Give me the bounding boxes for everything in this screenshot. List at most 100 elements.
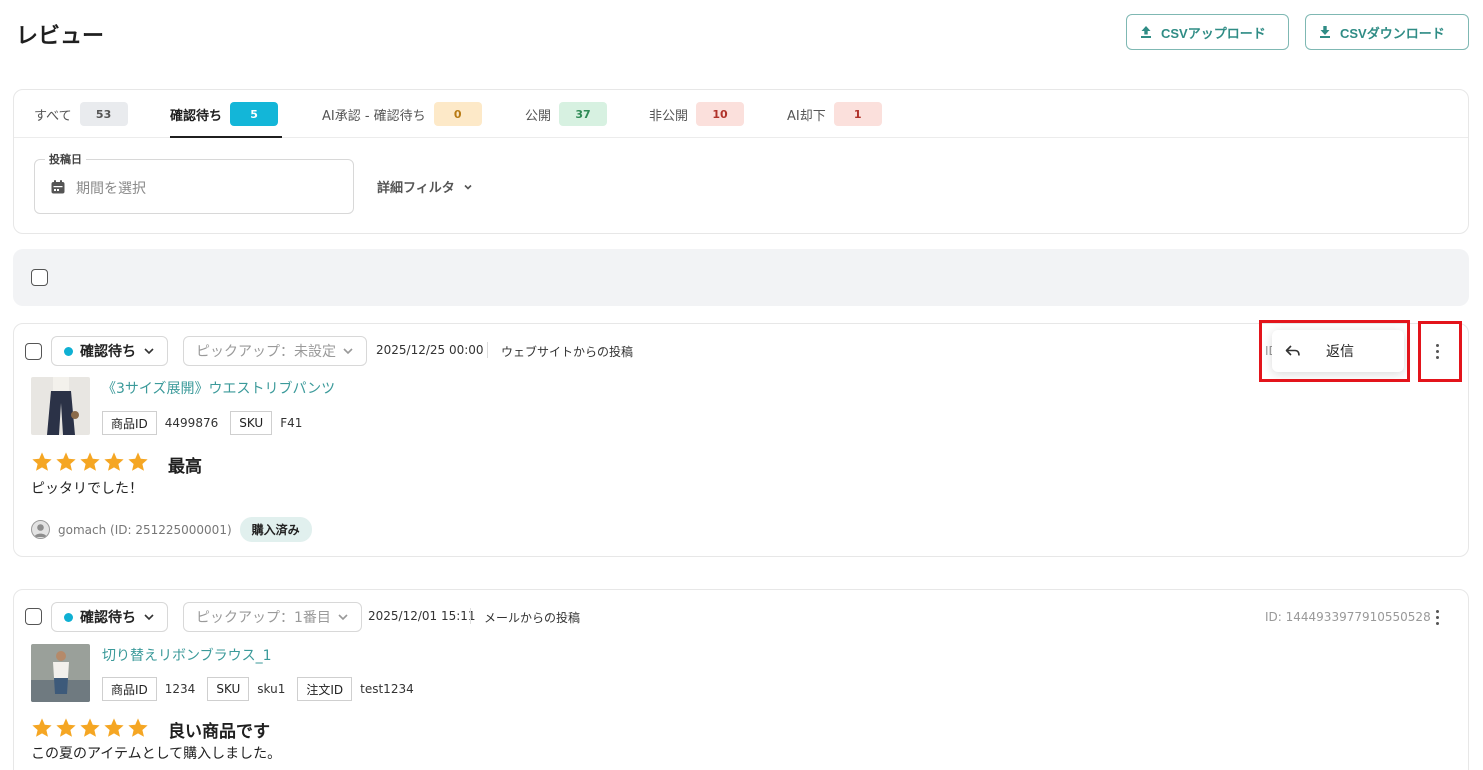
review-date: 2025/12/25 00:00: [376, 343, 484, 357]
tag-value: test1234: [360, 682, 414, 696]
tab-label: AI承認 - 確認待ち: [322, 108, 426, 124]
status-dot: [64, 612, 73, 622]
product-link[interactable]: 切り替えリボンブラウス_1: [102, 645, 272, 665]
product-thumbnail: [31, 377, 90, 435]
chevron-down-icon: [338, 614, 348, 621]
active-tab-indicator: [170, 136, 282, 138]
tab-pending[interactable]: 確認待ち 5: [170, 102, 279, 126]
post-date-label: 投稿日: [45, 151, 86, 167]
review-title: 最高: [168, 457, 202, 477]
reviewer-name: gomach (ID: 251225000001): [58, 522, 232, 537]
status-label: 確認待ち: [80, 344, 136, 360]
tag-value: 1234: [164, 682, 196, 696]
star-rating: [31, 451, 149, 473]
tab-count-badge: 5: [230, 102, 279, 126]
star-icon: [32, 718, 52, 737]
tab-count-badge: 53: [79, 102, 128, 126]
tab-count-badge: 10: [696, 102, 745, 126]
status-tabs: すべて 53 確認待ち 5 AI承認 - 確認待ち 0 公開 37 非公開 10…: [14, 90, 1468, 138]
star-icon: [104, 718, 124, 737]
star-icon: [80, 718, 100, 737]
tab-label: 非公開: [649, 108, 689, 124]
download-icon: [1320, 26, 1330, 38]
divider: [487, 342, 488, 358]
tab-label: AI却下: [787, 108, 826, 124]
tab-count-badge: 0: [433, 102, 482, 126]
csv-upload-button[interactable]: CSVアップロード: [1126, 14, 1289, 50]
star-icon: [56, 452, 76, 471]
pickup-label: ピックアップ：1番目: [196, 610, 331, 626]
calendar-icon: [51, 180, 65, 194]
highlight-box-reply: [1259, 320, 1410, 382]
more-options-icon[interactable]: [1427, 606, 1447, 628]
pickup-dropdown[interactable]: ピックアップ：1番目: [183, 602, 362, 632]
star-rating: [31, 717, 149, 739]
tab-published[interactable]: 公開 37: [525, 102, 608, 126]
product-link[interactable]: 《3サイズ展開》ウエストリブパンツ: [102, 378, 335, 398]
review-id: ID: 1444933977910550528: [1265, 610, 1431, 624]
tab-label: 確認待ち: [170, 108, 223, 124]
csv-download-label: CSVダウンロード: [1340, 25, 1445, 41]
avatar: [31, 520, 50, 539]
tab-ai-rejected[interactable]: AI却下 1: [787, 102, 882, 126]
post-date-placeholder: 期間を選択: [76, 181, 146, 197]
tag-value: 4499876: [164, 416, 219, 430]
tab-label: すべて: [34, 108, 72, 124]
review-title: 良い商品です: [168, 722, 270, 742]
pickup-label: ピックアップ：未設定: [196, 344, 336, 360]
star-icon: [128, 718, 148, 737]
tab-count-badge: 37: [559, 102, 608, 126]
review-card: 確認待ち ピックアップ：未設定 2025/12/25 00:00 ウェブサイトか…: [13, 323, 1469, 557]
product-tags: 商品ID 4499876 SKU F41: [102, 411, 306, 435]
tag-key: SKU: [230, 411, 273, 435]
star-icon: [32, 452, 52, 471]
review-select-checkbox[interactable]: [25, 608, 42, 625]
reviewer-info: gomach (ID: 251225000001) 購入済み: [31, 517, 312, 542]
tab-label: 公開: [525, 108, 552, 124]
select-all-checkbox[interactable]: [31, 269, 48, 286]
review-source: ウェブサイトからの投稿: [501, 345, 634, 359]
review-card: 確認待ち ピックアップ：1番目 2025/12/01 15:11 メールからの投…: [13, 589, 1469, 770]
review-date: 2025/12/01 15:11: [368, 609, 476, 623]
star-icon: [56, 718, 76, 737]
review-source: メールからの投稿: [484, 611, 581, 625]
tag-key: 商品ID: [102, 677, 157, 701]
star-icon: [128, 452, 148, 471]
tag-key: 注文ID: [297, 677, 353, 701]
review-body: ピッタリでした！: [31, 481, 143, 497]
upload-icon: [1141, 26, 1151, 38]
product-tags: 商品ID 1234 SKU sku1 注文ID test1234: [102, 677, 418, 701]
tab-unpublished[interactable]: 非公開 10: [649, 102, 745, 126]
csv-upload-label: CSVアップロード: [1161, 25, 1266, 41]
star-icon: [80, 452, 100, 471]
chevron-down-icon: [144, 614, 154, 621]
status-dot: [64, 346, 73, 356]
detail-filter-label: 詳細フィルタ: [377, 181, 455, 196]
divider: [470, 608, 471, 624]
status-dropdown[interactable]: 確認待ち: [51, 336, 168, 366]
csv-download-button[interactable]: CSVダウンロード: [1305, 14, 1469, 50]
tag-key: 商品ID: [102, 411, 157, 435]
tab-all[interactable]: すべて 53: [34, 102, 128, 126]
tab-count-badge: 1: [833, 102, 882, 126]
status-label: 確認待ち: [80, 610, 136, 626]
chevron-down-icon: [464, 184, 472, 190]
page-title: レビュー: [16, 24, 105, 49]
post-date-field[interactable]: 投稿日 期間を選択: [34, 151, 354, 214]
purchased-badge: 購入済み: [239, 517, 312, 542]
product-thumbnail: [31, 644, 90, 702]
chevron-down-icon: [343, 348, 353, 355]
status-dropdown[interactable]: 確認待ち: [51, 602, 168, 632]
highlight-box-more-options: [1418, 321, 1462, 382]
tab-ai-approved-pending[interactable]: AI承認 - 確認待ち 0: [322, 102, 482, 126]
star-icon: [104, 452, 124, 471]
review-select-checkbox[interactable]: [25, 343, 42, 360]
tag-value: sku1: [257, 682, 286, 696]
bulk-action-bar: [13, 249, 1469, 306]
tag-key: SKU: [207, 677, 250, 701]
pickup-dropdown[interactable]: ピックアップ：未設定: [183, 336, 367, 366]
detail-filter-button[interactable]: 詳細フィルタ: [377, 177, 473, 196]
filter-panel: すべて 53 確認待ち 5 AI承認 - 確認待ち 0 公開 37 非公開 10…: [13, 89, 1469, 234]
review-body: この夏のアイテムとして購入しました。: [31, 746, 282, 762]
chevron-down-icon: [144, 348, 154, 355]
